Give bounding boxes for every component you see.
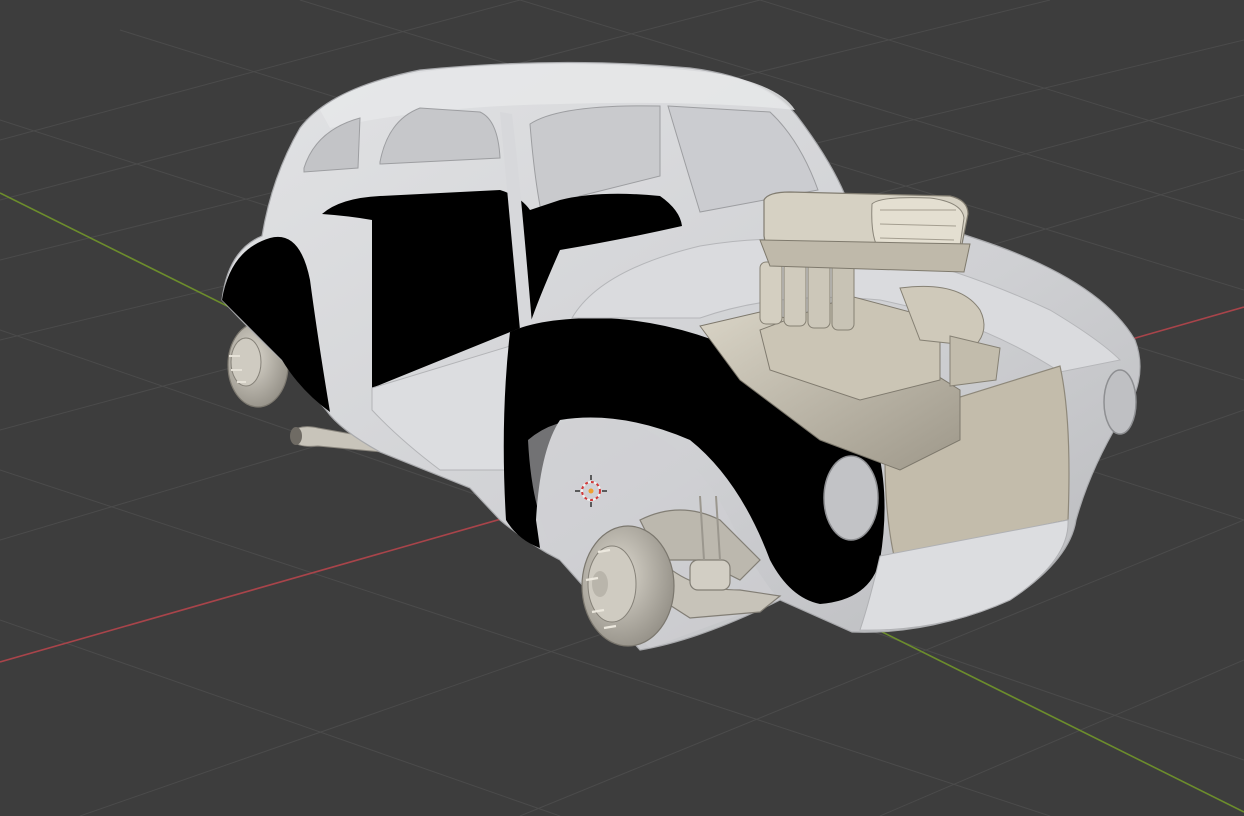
front-wheel-hub[interactable] [581, 525, 675, 647]
viewport-canvas[interactable] [0, 0, 1244, 816]
3d-viewport[interactable] [0, 0, 1244, 816]
car-model[interactable] [221, 61, 1141, 651]
engine-blower[interactable] [759, 191, 971, 273]
left-headlight [823, 455, 879, 541]
right-headlight [1103, 369, 1137, 435]
